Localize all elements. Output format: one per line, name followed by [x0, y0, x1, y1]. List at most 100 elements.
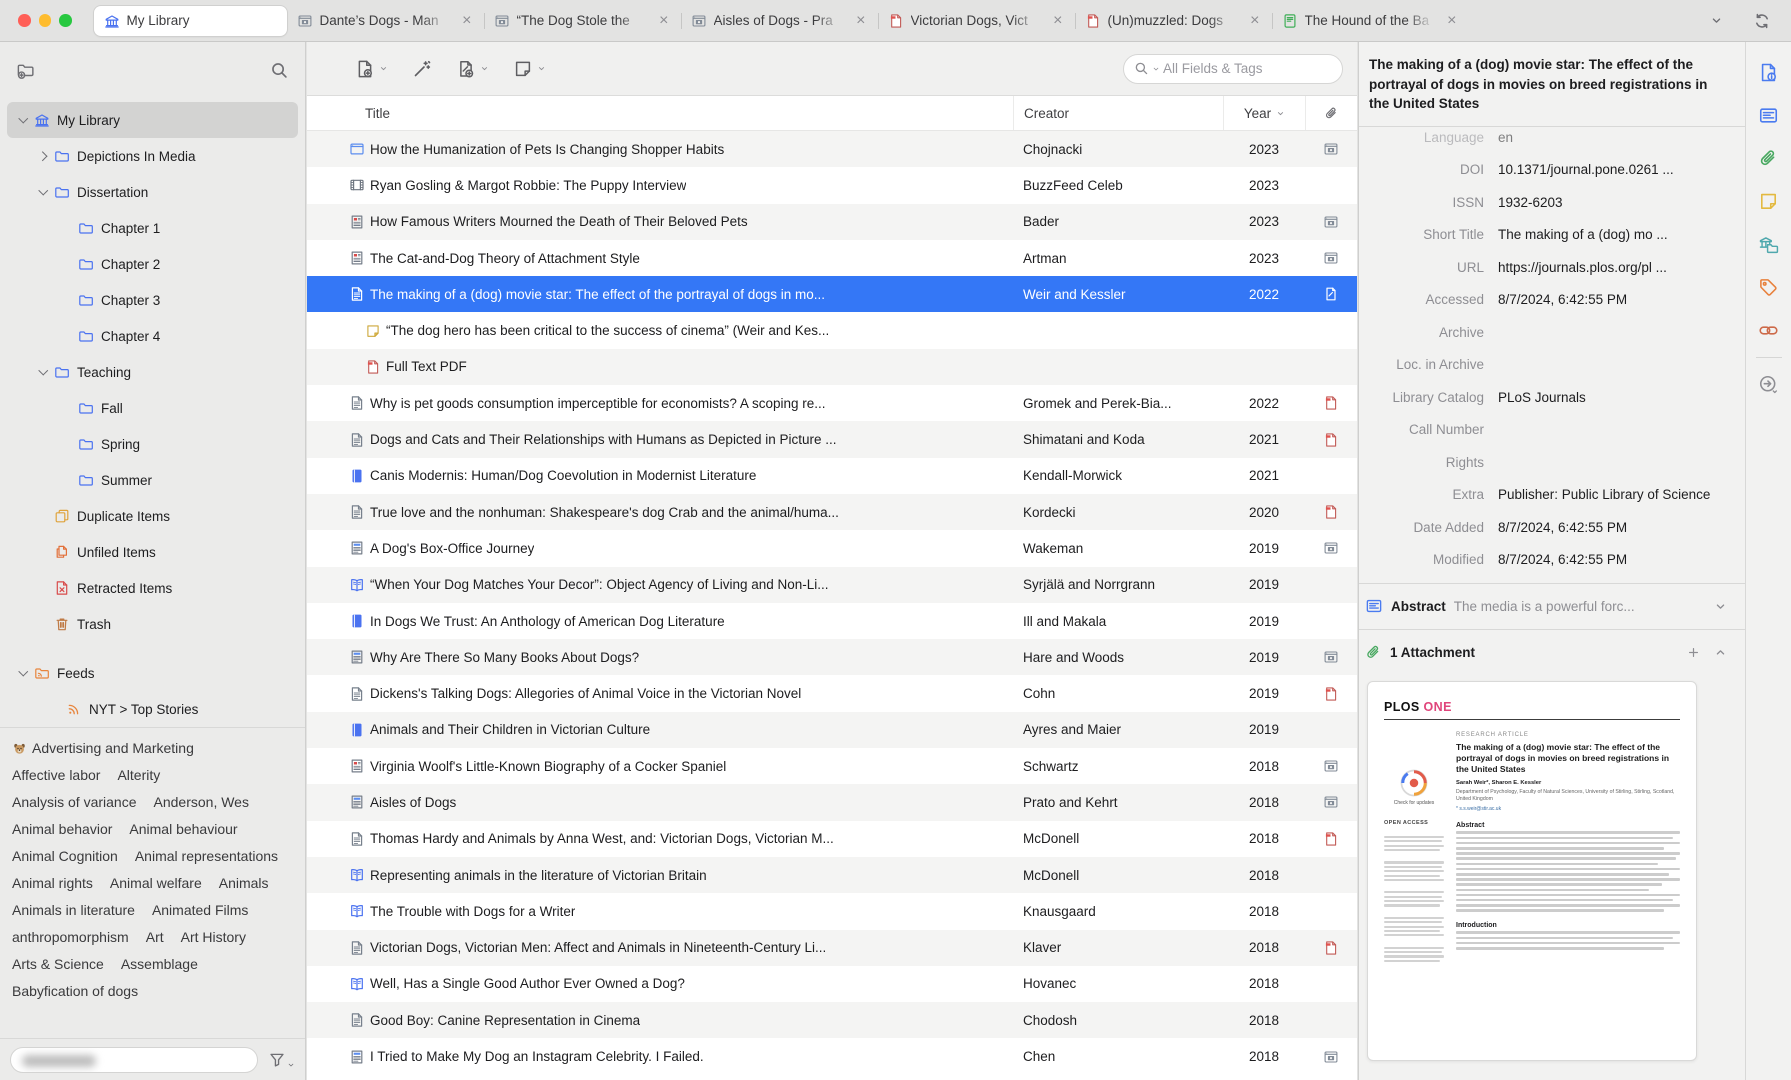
- column-header-year[interactable]: Year: [1223, 96, 1305, 130]
- collection-item[interactable]: My Library: [7, 102, 298, 138]
- tag-item[interactable]: Animal representations: [135, 847, 278, 865]
- item-row[interactable]: The Cat-and-Dog Theory of Attachment Sty…: [307, 240, 1357, 276]
- tag-item[interactable]: Animals: [219, 874, 269, 892]
- metadata-field[interactable]: Date Added 8/7/2024, 6:42:55 PM: [1359, 512, 1745, 545]
- tab-list-chevron-icon[interactable]: [1710, 14, 1723, 27]
- tag-filter-input[interactable]: [10, 1047, 258, 1073]
- zoom-window-button[interactable]: [59, 14, 72, 27]
- field-value[interactable]: Publisher: Public Library of Science: [1498, 485, 1745, 504]
- item-row[interactable]: Ryan Gosling & Margot Robbie: The Puppy …: [307, 167, 1357, 203]
- metadata-field[interactable]: Loc. in Archive: [1359, 349, 1745, 382]
- metadata-field[interactable]: URL https://journals.plos.org/pl ...: [1359, 252, 1745, 285]
- search-field[interactable]: [1123, 54, 1343, 84]
- column-header-attachment[interactable]: [1305, 96, 1357, 130]
- tags-icon[interactable]: [1758, 277, 1779, 298]
- field-value[interactable]: 8/7/2024, 6:42:55 PM: [1498, 550, 1745, 569]
- field-value[interactable]: https://journals.plos.org/pl ...: [1498, 258, 1745, 277]
- tab[interactable]: Dante’s Dogs - Man ×: [287, 6, 484, 36]
- twisty-icon[interactable]: [15, 671, 31, 675]
- new-note-button[interactable]: [513, 59, 546, 79]
- tag-item[interactable]: Alterity: [117, 766, 160, 784]
- tab-close-icon[interactable]: ×: [1248, 13, 1261, 29]
- attachments-icon[interactable]: [1758, 148, 1779, 169]
- search-options-chevron-icon[interactable]: [1152, 65, 1160, 73]
- field-value[interactable]: 1932-6203: [1498, 193, 1745, 212]
- tag-item[interactable]: Babyfication of dogs: [12, 982, 138, 1000]
- tag-item[interactable]: anthropomorphism: [12, 928, 129, 946]
- field-value[interactable]: 8/7/2024, 6:42:55 PM: [1498, 518, 1745, 537]
- tag-item[interactable]: Art: [146, 928, 164, 946]
- column-header-title[interactable]: Title: [307, 106, 1013, 121]
- column-header-creator[interactable]: Creator: [1013, 96, 1223, 130]
- metadata-field[interactable]: Library Catalog PLoS Journals: [1359, 382, 1745, 415]
- tab-close-icon[interactable]: ×: [1051, 13, 1064, 29]
- tag-item[interactable]: Assemblage: [121, 955, 198, 973]
- item-row[interactable]: “When Your Dog Matches Your Decor”: Obje…: [307, 567, 1357, 603]
- tag-item[interactable]: Animal behavior: [12, 820, 112, 838]
- tag-item[interactable]: Animated Films: [152, 901, 248, 919]
- item-row[interactable]: Representing animals in the literature o…: [307, 857, 1357, 893]
- tab-close-icon[interactable]: ×: [1445, 13, 1458, 29]
- search-input[interactable]: [1163, 61, 1340, 76]
- collection-item[interactable]: Feeds: [7, 655, 298, 691]
- item-row[interactable]: The Trouble with Dogs for a Writer Knaus…: [307, 893, 1357, 929]
- collapse-attachments-chevron-icon[interactable]: [1714, 646, 1727, 659]
- minimize-window-button[interactable]: [39, 14, 52, 27]
- tag-item[interactable]: Analysis of variance: [12, 793, 137, 811]
- tag-item[interactable]: Art History: [181, 928, 246, 946]
- collection-search-icon[interactable]: [270, 61, 289, 80]
- twisty-icon[interactable]: [35, 190, 51, 194]
- field-value[interactable]: en: [1498, 128, 1745, 147]
- related-icon[interactable]: [1758, 320, 1779, 341]
- collection-item[interactable]: NYT > Top Stories: [7, 691, 298, 727]
- item-row[interactable]: Aisles of Dogs Prato and Kehrt 2018: [307, 784, 1357, 820]
- abstract-section-header[interactable]: Abstract The media is a powerful forc...: [1359, 583, 1745, 629]
- tag-item[interactable]: Arts & Science: [12, 955, 104, 973]
- tab-close-icon[interactable]: ×: [460, 13, 473, 29]
- item-row[interactable]: Victorian Dogs, Victorian Men: Affect an…: [307, 930, 1357, 966]
- field-value[interactable]: The making of a (dog) mo ...: [1498, 225, 1745, 244]
- metadata-field[interactable]: DOI 10.1371/journal.pone.0261 ...: [1359, 154, 1745, 187]
- sync-icon[interactable]: [1753, 12, 1771, 30]
- abstract-icon[interactable]: [1758, 105, 1779, 126]
- collection-item[interactable]: Retracted Items: [7, 570, 298, 606]
- tab[interactable]: My Library ×: [94, 6, 287, 36]
- collection-item[interactable]: Chapter 1: [7, 210, 298, 246]
- metadata-field[interactable]: Short Title The making of a (dog) mo ...: [1359, 219, 1745, 252]
- add-attachment-plus-icon[interactable]: [1687, 646, 1700, 659]
- collection-item[interactable]: Spring: [7, 426, 298, 462]
- tab-close-icon[interactable]: ×: [854, 13, 867, 29]
- collection-item[interactable]: Summer: [7, 462, 298, 498]
- twisty-icon[interactable]: [15, 118, 31, 122]
- close-window-button[interactable]: [18, 14, 31, 27]
- tab[interactable]: The Hound of the Ba ×: [1272, 6, 1469, 36]
- item-row[interactable]: In Dogs We Trust: An Anthology of Americ…: [307, 603, 1357, 639]
- item-row[interactable]: How the Humanization of Pets Is Changing…: [307, 131, 1357, 167]
- new-collection-icon[interactable]: [16, 61, 35, 80]
- collection-item[interactable]: Chapter 2: [7, 246, 298, 282]
- metadata-field[interactable]: Rights: [1359, 447, 1745, 480]
- metadata-field[interactable]: Call Number: [1359, 414, 1745, 447]
- field-value[interactable]: 10.1371/journal.pone.0261 ...: [1498, 160, 1745, 179]
- field-value[interactable]: 8/7/2024, 6:42:55 PM: [1498, 290, 1745, 309]
- tab[interactable]: (Un)muzzled: Dogs ×: [1075, 6, 1272, 36]
- field-value[interactable]: PLoS Journals: [1498, 388, 1745, 407]
- item-row[interactable]: “The dog hero has been critical to the s…: [307, 312, 1357, 348]
- collection-item[interactable]: Duplicate Items: [7, 498, 298, 534]
- item-row[interactable]: I Tried to Make My Dog an Instagram Cele…: [307, 1038, 1357, 1074]
- item-row[interactable]: Virginia Woolf's Little-Known Biography …: [307, 748, 1357, 784]
- metadata-field[interactable]: Modified 8/7/2024, 6:42:55 PM: [1359, 544, 1745, 577]
- metadata-field[interactable]: ISSN 1932-6203: [1359, 187, 1745, 220]
- collection-item[interactable]: Depictions In Media: [7, 138, 298, 174]
- metadata-field[interactable]: Extra Publisher: Public Library of Scien…: [1359, 479, 1745, 512]
- item-row[interactable]: How Famous Writers Mourned the Death of …: [307, 204, 1357, 240]
- collection-item[interactable]: Dissertation: [7, 174, 298, 210]
- item-row[interactable]: Full Text PDF: [307, 349, 1357, 385]
- item-row[interactable]: Animals and Their Children in Victorian …: [307, 712, 1357, 748]
- new-attachment-button[interactable]: [456, 59, 489, 79]
- item-row[interactable]: The making of a (dog) movie star: The ef…: [307, 276, 1357, 312]
- collection-item[interactable]: Trash: [7, 606, 298, 642]
- collection-item[interactable]: Unfiled Items: [7, 534, 298, 570]
- tag-item[interactable]: Animal behaviour: [129, 820, 237, 838]
- tab[interactable]: Victorian Dogs, Vict ×: [878, 6, 1075, 36]
